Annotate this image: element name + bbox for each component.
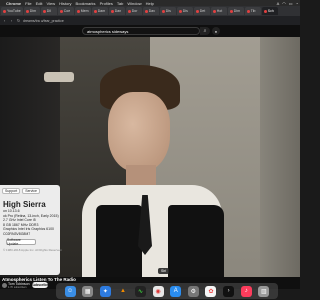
music-icon[interactable]: ♪ [240,285,252,297]
app-store-icon[interactable]: A [170,285,182,297]
menu-item-chrome[interactable]: Chrome [6,1,21,6]
channel-subscriber-count: 1.7K subscribers [8,285,27,289]
os-name: High Sierra [3,200,46,209]
tab-favicon-icon [59,9,63,13]
back-icon[interactable]: ‹ [2,18,7,23]
tab-favicon-icon [178,9,182,13]
video-background-lamp [44,72,74,82]
browser-tab[interactable]: Coe [57,7,74,15]
youtube-header: atmospherics sideways ⌕ ● [0,25,300,37]
browser-tab[interactable]: Dis [176,7,193,15]
menu-item-profiles[interactable]: Profiles [100,1,113,6]
tab-favicon-icon [161,9,165,13]
browser-tab[interactable]: Hot [210,7,227,15]
browser-tab[interactable]: Mem [74,7,91,15]
clock-icon[interactable]: ◔ [296,1,298,6]
forward-icon[interactable]: › [9,18,14,23]
menubar-status-area: A ◠ ▭ ◔ [277,1,300,6]
tab-favicon-icon [144,9,148,13]
trash-icon[interactable]: ▥ [258,285,270,297]
launchpad-icon[interactable]: ▦ [82,285,94,297]
browser-tab[interactable]: Dam [91,7,108,15]
tab-favicon-icon [246,9,250,13]
dock-tooltip: Siri [158,268,170,274]
browser-tab[interactable]: Dor [125,7,142,15]
browser-tab[interactable]: YouTube [1,7,23,15]
browser-tab[interactable]: Det [193,7,210,15]
wifi-icon[interactable]: ◠ [282,1,286,6]
address-row: ‹ › ↻ dreams/tra u/fear_practice [0,16,300,25]
tab-favicon-icon [42,9,46,13]
browser-tab[interactable]: Dil [40,7,57,15]
system-preferences-icon[interactable]: ⚙ [187,285,199,297]
chrome-icon[interactable]: ◉ [152,285,164,297]
tab-favicon-icon [25,9,29,13]
vlc-icon[interactable]: ▲ [117,286,128,297]
finder-icon[interactable]: ☺ [64,285,76,297]
browser-tab-bar: YouTube Dim Dil Coe Mem Dam Dan Dor Dav … [0,6,300,16]
tab-favicon-icon [195,9,199,13]
menu-item-bookmarks[interactable]: Bookmarks [76,1,96,6]
about-this-mac-window: Support Service High Sierra on 10.13.6 o… [0,185,63,275]
menu-item-history[interactable]: History [59,1,71,6]
reload-icon[interactable]: ↻ [16,18,21,23]
about-tabs: Support Service [0,185,60,194]
menu-item-view[interactable]: View [46,1,55,6]
safari-icon[interactable]: ✦ [99,285,111,297]
menu-item-window[interactable]: Window [127,1,141,6]
browser-tab[interactable]: Dim [23,7,40,15]
tab-favicon-icon [110,9,114,13]
tab-service[interactable]: Service [22,188,40,194]
spec-line: C02RN3V8G8M7 [3,231,31,236]
tab-favicon-icon [263,9,267,13]
software-update-button[interactable]: Software Update... [6,238,36,246]
mic-icon[interactable]: ● [212,27,220,35]
menu-item-edit[interactable]: Edit [36,1,43,6]
person-vest-right [168,205,224,277]
tab-favicon-icon [127,9,131,13]
browser-tab[interactable]: Dim [227,7,244,15]
tab-favicon-icon [93,9,97,13]
channel-avatar[interactable] [2,283,7,288]
search-input[interactable]: atmospherics sideways [82,27,200,35]
menu-item-help[interactable]: Help [146,1,154,6]
battery-icon[interactable]: ▭ [289,1,293,6]
tab-favicon-icon [3,9,6,13]
photos-icon[interactable]: ✿ [205,285,217,297]
menu-item-file[interactable]: File [25,1,31,6]
search-icon[interactable]: ⌕ [200,27,210,35]
browser-tab[interactable]: Dan [108,7,125,15]
browser-tab-active[interactable]: Sch [261,7,278,15]
tab-favicon-icon [229,9,233,13]
input-source-icon[interactable]: A [277,1,280,6]
copyright-footer: © 1983-2018 Apple Inc. All Rights Reserv… [3,248,63,252]
activity-monitor-icon[interactable]: ∿ [135,285,147,297]
browser-tab[interactable]: Dis [159,7,176,15]
tab-support[interactable]: Support [2,188,21,194]
terminal-icon[interactable]: › [223,285,235,297]
person-vest-left [96,205,142,277]
spec-line: Graphics Intel Iris Graphics 6100 [3,227,54,231]
tab-favicon-icon [212,9,216,13]
browser-tab[interactable]: Dav [142,7,159,15]
menu-item-tab[interactable]: Tab [117,1,123,6]
address-bar[interactable]: dreams/tra u/fear_practice [23,19,83,23]
dock: ☺ ▦ ✦ ▲ ∿ ◉ A ⚙ ✿ › ♪ ▥ [56,283,278,299]
person-face [108,92,170,172]
subscribe-button[interactable]: Subscribe [32,282,48,288]
browser-tab[interactable]: Tib [244,7,261,15]
tab-favicon-icon [76,9,80,13]
